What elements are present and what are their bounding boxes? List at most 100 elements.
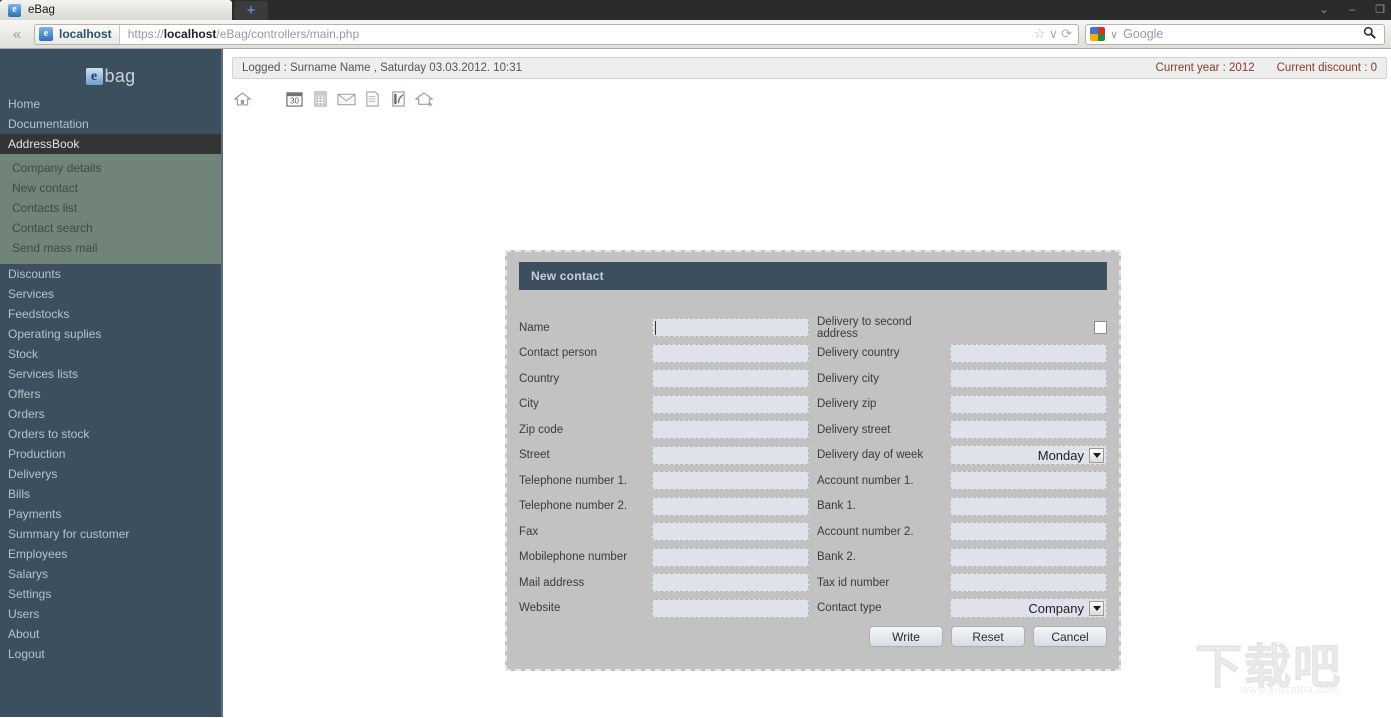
select-delivery-day-of-week[interactable]: Monday	[950, 445, 1107, 466]
chevron-down-icon[interactable]: ∨	[1110, 28, 1118, 41]
form-row: Country	[519, 366, 809, 392]
url-bar[interactable]: e localhost https://localhost/eBag/contr…	[34, 23, 1079, 45]
input-street[interactable]	[652, 445, 809, 465]
field-label-telephone-number-1-: Telephone number 1.	[519, 474, 628, 487]
calculator-icon[interactable]	[309, 88, 331, 110]
form-row: Delivery zip	[817, 392, 1107, 418]
site-identity-button[interactable]: e localhost	[35, 24, 120, 44]
select-value: Company	[1028, 600, 1084, 616]
sidebar-item-orders-to-stock[interactable]: Orders to stock	[0, 424, 221, 444]
input-zip-code[interactable]	[652, 420, 809, 440]
sidebar-item-about[interactable]: About	[0, 624, 221, 644]
sidebar-item-production[interactable]: Production	[0, 444, 221, 464]
search-icon[interactable]	[1363, 26, 1380, 42]
form-row: Account number 2.	[817, 519, 1107, 545]
sidebar-item-employees[interactable]: Employees	[0, 544, 221, 564]
input-city[interactable]	[652, 394, 809, 414]
form-row: Mobilephone number	[519, 545, 809, 571]
sidebar-item-discounts[interactable]: Discounts	[0, 264, 221, 284]
window-controls: ⌄ – ❐	[1317, 0, 1387, 20]
input-bank-1-[interactable]	[950, 496, 1107, 516]
form-row: Zip code	[519, 417, 809, 443]
sidebar-item-services-lists[interactable]: Services lists	[0, 364, 221, 384]
submenu-item-new-contact[interactable]: New contact	[0, 178, 221, 198]
sidebar-item-payments[interactable]: Payments	[0, 504, 221, 524]
sidebar-item-stock[interactable]: Stock	[0, 344, 221, 364]
field-label-telephone-number-2-: Telephone number 2.	[519, 500, 628, 513]
input-contact-person[interactable]	[652, 343, 809, 363]
input-fax[interactable]	[652, 522, 809, 542]
sidebar-item-offers[interactable]: Offers	[0, 384, 221, 404]
search-input[interactable]: Google	[1123, 27, 1358, 41]
submenu-item-send-mass-mail[interactable]: Send mass mail	[0, 238, 221, 258]
input-account-number-1-[interactable]	[950, 471, 1107, 491]
minimize-icon[interactable]: –	[1345, 4, 1359, 16]
google-logo-icon[interactable]	[1090, 27, 1105, 41]
input-telephone-number-2-[interactable]	[652, 496, 809, 516]
new-tab-button[interactable]: +	[234, 1, 268, 20]
input-delivery-country[interactable]	[950, 343, 1107, 363]
sidebar-nav: Home Documentation AddressBook Company deta…	[0, 94, 221, 664]
cancel-button[interactable]: Cancel	[1033, 626, 1107, 647]
logo: e bag	[0, 49, 221, 94]
chevron-down-icon[interactable]: ∨	[1049, 26, 1059, 42]
chevron-down-icon[interactable]: ⌄	[1317, 4, 1331, 16]
back-icon[interactable]: «	[6, 23, 28, 45]
submenu-item-contact-search[interactable]: Contact search	[0, 218, 221, 238]
sidebar-item-addressbook[interactable]: AddressBook	[0, 134, 221, 154]
sidebar-item-documentation[interactable]: Documentation	[0, 114, 221, 134]
bookmark-star-icon[interactable]: ☆	[1034, 26, 1046, 42]
write-button[interactable]: Write	[869, 626, 943, 647]
sidebar-item-bills[interactable]: Bills	[0, 484, 221, 504]
input-name[interactable]	[652, 318, 809, 338]
calendar-icon[interactable]: 30	[283, 88, 305, 110]
search-bar[interactable]: ∨ Google	[1085, 23, 1385, 45]
input-country[interactable]	[652, 369, 809, 389]
chevron-down-icon[interactable]	[1089, 448, 1104, 464]
application-body: e bag Home Documentation AddressBook Compan…	[0, 49, 1391, 717]
select-contact-type[interactable]: Company	[950, 598, 1107, 619]
submenu-item-contacts-list[interactable]: Contacts list	[0, 198, 221, 218]
reload-icon[interactable]: ⟳	[1061, 26, 1072, 42]
checkbox-delivery-to-second-address[interactable]	[1094, 321, 1107, 335]
chart-icon[interactable]	[387, 88, 409, 110]
sidebar-item-deliverys[interactable]: Deliverys	[0, 464, 221, 484]
input-telephone-number-1-[interactable]	[652, 471, 809, 491]
input-delivery-street[interactable]	[950, 420, 1107, 440]
form-row: Contact type Company	[817, 596, 1107, 622]
input-tax-id-number[interactable]	[950, 573, 1107, 593]
field-label-mobilephone-number: Mobilephone number	[519, 551, 628, 564]
input-bank-2-[interactable]	[950, 547, 1107, 567]
sidebar-item-orders[interactable]: Orders	[0, 404, 221, 424]
reset-button[interactable]: Reset	[951, 626, 1025, 647]
field-label-account-number-1-: Account number 1.	[817, 474, 914, 487]
input-mobilephone-number[interactable]	[652, 547, 809, 567]
sidebar-item-feedstocks[interactable]: Feedstocks	[0, 304, 221, 324]
select-value: Monday	[1037, 447, 1084, 463]
input-mail-address[interactable]	[652, 573, 809, 593]
notes-icon[interactable]	[361, 88, 383, 110]
input-account-number-2-[interactable]	[950, 522, 1107, 542]
maximize-icon[interactable]: ❐	[1373, 4, 1387, 16]
sidebar-item-operating-suplies[interactable]: Operating suplies	[0, 324, 221, 344]
sidebar-item-logout[interactable]: Logout	[0, 644, 221, 664]
chevron-down-icon[interactable]	[1089, 601, 1104, 617]
submenu-item-company-details[interactable]: Company details	[0, 158, 221, 178]
input-website[interactable]	[652, 598, 809, 618]
input-delivery-city[interactable]	[950, 369, 1107, 389]
sidebar-item-home[interactable]: Home	[0, 94, 221, 114]
field-label-street: Street	[519, 449, 550, 462]
form-row: Delivery city	[817, 366, 1107, 392]
sidebar-item-settings[interactable]: Settings	[0, 584, 221, 604]
sidebar-item-summary-for-customer[interactable]: Summary for customer	[0, 524, 221, 544]
home-exit-icon[interactable]	[413, 88, 435, 110]
mail-icon[interactable]	[335, 88, 357, 110]
sidebar-item-users[interactable]: Users	[0, 604, 221, 624]
browser-tab[interactable]: e eBag	[0, 0, 232, 20]
svg-text:30: 30	[290, 97, 299, 106]
input-delivery-zip[interactable]	[950, 394, 1107, 414]
sidebar-item-services[interactable]: Services	[0, 284, 221, 304]
home-icon[interactable]	[231, 88, 253, 110]
url-text[interactable]: https://localhost/eBag/controllers/main.…	[120, 27, 1034, 41]
sidebar-item-salarys[interactable]: Salarys	[0, 564, 221, 584]
